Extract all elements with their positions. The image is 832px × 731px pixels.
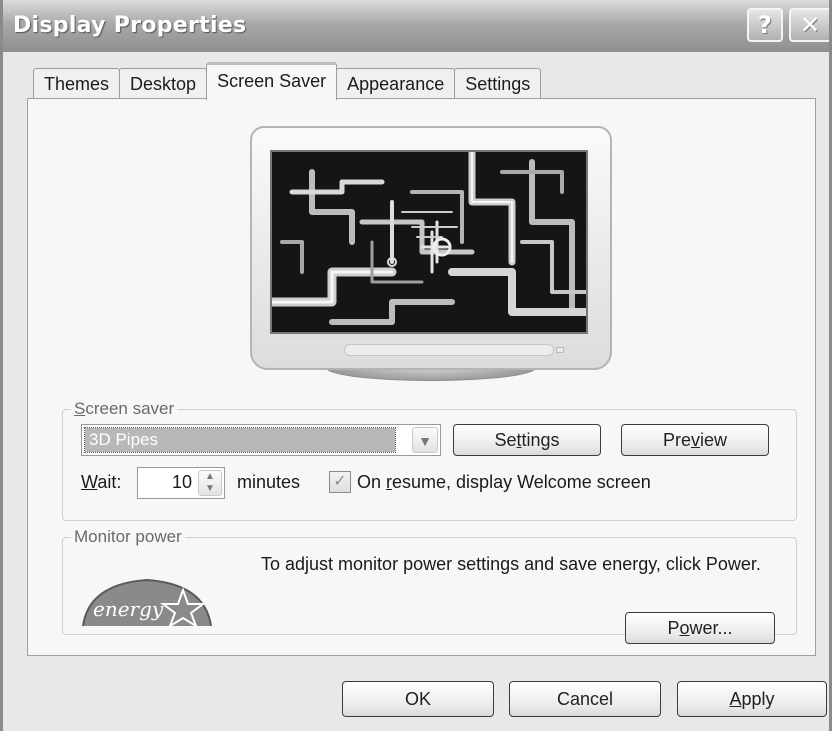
ok-button[interactable]: OK xyxy=(342,681,494,717)
tab-strip: Themes Desktop Screen Saver Appearance S… xyxy=(33,62,542,100)
monitor-power-group: Monitor power energy To adjust monitor p… xyxy=(62,527,797,644)
help-icon: ? xyxy=(758,11,772,39)
monitor-preview xyxy=(250,126,612,370)
chevron-down-icon[interactable]: ▼ xyxy=(412,427,438,453)
minutes-label: minutes xyxy=(237,472,301,492)
settings-button[interactable]: Settings xyxy=(453,424,601,456)
wait-minutes-value: 10 xyxy=(171,472,192,492)
wait-label: Wait: xyxy=(81,472,122,492)
tab-settings[interactable]: Settings xyxy=(454,68,542,100)
monitor-power-description: To adjust monitor power settings and sav… xyxy=(261,554,761,574)
stepper-arrows-icon[interactable]: ▲ ▼ xyxy=(198,470,222,496)
monitor-bezel-slot xyxy=(344,344,554,356)
screen-saver-preview-screen xyxy=(270,150,588,334)
on-resume-label[interactable]: On resume, display Welcome screen xyxy=(357,472,651,493)
window-title: Display Properties xyxy=(13,13,247,38)
energy-logo-text: energy xyxy=(93,597,164,621)
monitor-power-group-label: Monitor power xyxy=(71,527,185,547)
tab-screen-saver[interactable]: Screen Saver xyxy=(206,62,338,100)
on-resume-checkbox[interactable]: ✓ xyxy=(329,471,351,493)
screen-saver-panel: Screen saver 3D Pipes ▼ Settings Preview… xyxy=(27,98,816,656)
screen-saver-group-label: Screen saver xyxy=(71,399,178,419)
tab-desktop[interactable]: Desktop xyxy=(119,68,208,100)
monitor-power-led xyxy=(556,347,564,353)
tab-appearance[interactable]: Appearance xyxy=(336,68,456,100)
close-button[interactable]: ✕ xyxy=(789,8,829,42)
3d-pipes-preview-image xyxy=(272,152,586,332)
screen-saver-group: Screen saver 3D Pipes ▼ Settings Preview… xyxy=(62,399,797,521)
close-icon: ✕ xyxy=(799,11,821,39)
help-button[interactable]: ? xyxy=(747,8,783,42)
title-bar[interactable]: Display Properties ? ✕ xyxy=(3,0,829,52)
display-properties-window: Display Properties ? ✕ Themes Desktop Sc… xyxy=(0,0,832,731)
wait-minutes-stepper[interactable]: 10 ▲ ▼ xyxy=(137,467,225,499)
cancel-button[interactable]: Cancel xyxy=(509,681,661,717)
apply-button[interactable]: Apply xyxy=(677,681,827,717)
screen-saver-select-value: 3D Pipes xyxy=(84,427,396,453)
screen-saver-select[interactable]: 3D Pipes ▼ xyxy=(81,424,441,456)
power-button[interactable]: Power... xyxy=(625,612,775,644)
tab-themes[interactable]: Themes xyxy=(33,68,121,100)
energy-star-logo: energy xyxy=(82,578,212,628)
preview-button[interactable]: Preview xyxy=(621,424,769,456)
